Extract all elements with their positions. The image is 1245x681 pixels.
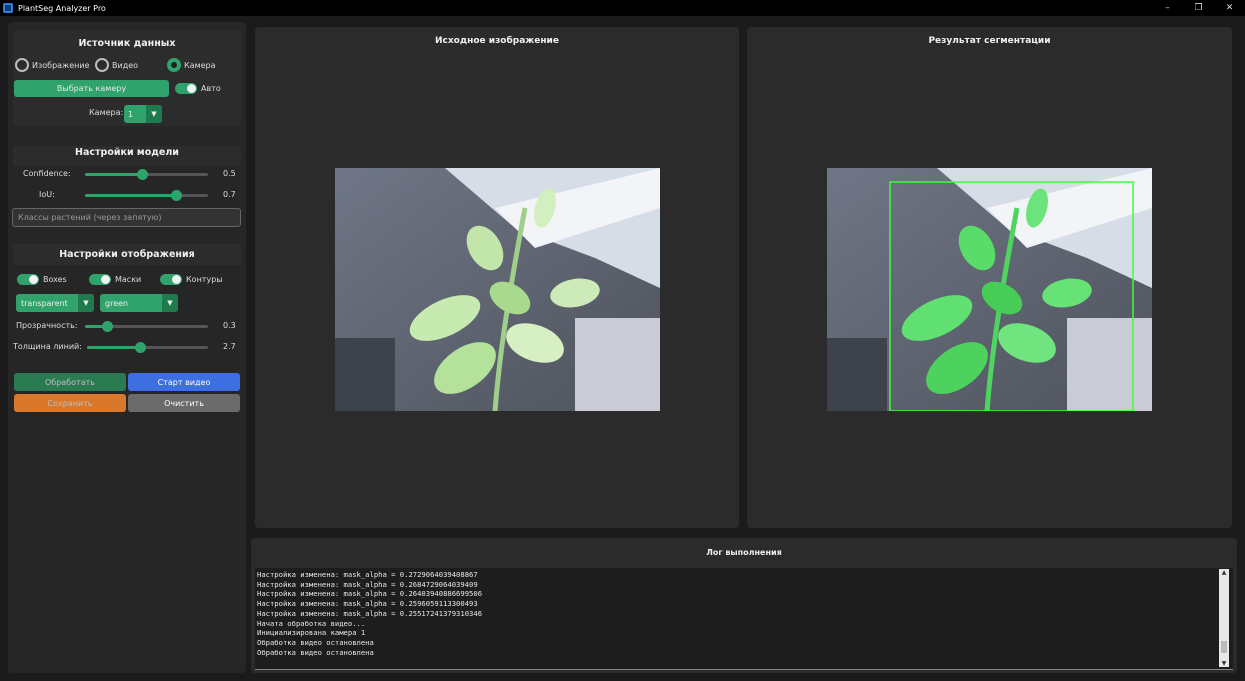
auto-toggle-label: Авто [201,84,221,93]
mask-color-value: green [105,298,129,308]
app-icon [3,3,13,13]
scroll-down-icon[interactable]: ▼ [1219,660,1229,667]
result-panel-title: Результат сегментации [928,36,1051,46]
choose-camera-button[interactable]: Выбрать камеру [14,80,169,97]
contours-toggle-label: Контуры [186,275,223,284]
opacity-value: 0.3 [223,321,236,330]
chevron-down-icon: ▼ [162,294,178,312]
chevron-down-icon: ▼ [146,105,162,123]
log-line: Обработка видео остановлена [257,637,374,647]
iou-slider-knob[interactable] [171,190,182,201]
confidence-slider-knob[interactable] [137,169,148,180]
control-sidebar: Источник данных Изображение Видео Камера… [8,22,246,673]
radio-video-label: Видео [112,60,139,70]
auto-toggle[interactable]: Авто [175,83,221,94]
radio-video[interactable]: Видео [95,58,138,72]
log-title: Лог выполнения [706,548,782,557]
contours-toggle[interactable]: Контуры [160,274,223,285]
box-color-select[interactable]: transparent ▼ [16,294,94,312]
masks-toggle[interactable]: Маски [89,274,141,285]
radio-camera-label: Камера [184,60,216,70]
log-line: Настройка изменена: mask_alpha = 0.27290… [257,570,478,579]
log-textbox[interactable]: Настройка изменена: mask_alpha = 0.27290… [255,568,1233,670]
auto-toggle-switch [175,83,197,94]
segmentation-result-panel: Результат сегментации [747,27,1232,528]
camera-select[interactable]: 1 ▼ [124,105,162,123]
source-section: Источник данных Изображение Видео Камера… [13,30,241,126]
source-image-panel: Исходное изображение [255,27,739,528]
display-section: Настройки отображения Boxes Маски Контур… [13,244,241,353]
source-image [335,168,660,411]
segmented-plant-illustration [827,168,1152,411]
iou-label: IoU: [39,190,55,199]
radio-video-indicator [95,58,109,72]
box-color-value: transparent [21,298,68,308]
thickness-value: 2.7 [223,342,236,351]
boxes-toggle-label: Boxes [43,275,67,284]
classes-input[interactable]: Классы растений (через запятую) [12,208,241,227]
close-button[interactable]: ✕ [1214,0,1245,16]
log-line: Инициализирована камера 1 [257,628,366,638]
radio-camera-indicator [167,58,181,72]
iou-slider[interactable] [85,190,208,201]
opacity-slider[interactable] [85,321,208,332]
confidence-value: 0.5 [223,169,236,178]
camera-select-value: 1 [128,109,134,119]
model-section-title: Настройки модели [13,146,241,166]
display-section-title: Настройки отображения [13,244,241,265]
radio-camera[interactable]: Камера [167,58,216,72]
restore-button[interactable]: ❐ [1183,0,1214,16]
camera-label: Камера: [89,108,124,117]
start-video-button[interactable]: Старт видео [128,373,240,391]
radio-image-label: Изображение [32,60,90,70]
log-line: Обработка видео остановлена [257,647,374,657]
log-line: Настройка изменена: mask_alpha = 0.26403… [257,589,483,599]
thickness-label: Толщина линий: [13,342,82,351]
source-section-title: Источник данных [78,38,176,49]
process-button[interactable]: Обработать [14,373,126,391]
log-line: Начата обработка видео... [257,618,366,628]
opacity-slider-knob[interactable] [102,321,113,332]
thickness-slider-knob[interactable] [135,342,146,353]
log-line: Настройка изменена: mask_alpha = 0.25517… [257,608,483,618]
save-button[interactable]: Сохранить [14,394,126,412]
radio-image[interactable]: Изображение [15,58,90,72]
confidence-slider[interactable] [85,169,208,180]
contours-toggle-switch [160,274,182,285]
model-section: Настройки модели Confidence: 0.5 IoU: 0.… [13,138,241,202]
log-lines: Настройка изменена: mask_alpha = 0.27290… [257,570,482,657]
log-panel: Лог выполнения Настройка изменена: mask_… [251,538,1237,673]
opacity-label: Прозрачность: [16,321,78,330]
log-line: Настройка изменена: mask_alpha = 0.25960… [257,599,478,609]
mask-color-select[interactable]: green ▼ [100,294,178,312]
source-panel-title: Исходное изображение [435,36,559,46]
boxes-toggle[interactable]: Boxes [17,274,67,285]
boxes-toggle-switch [17,274,39,285]
result-image [827,168,1152,411]
log-scrollbar[interactable]: ▲ ▼ [1219,569,1229,667]
scrollbar-thumb[interactable] [1221,641,1227,653]
masks-toggle-switch [89,274,111,285]
clear-button[interactable]: Очистить [128,394,240,412]
plant-photo-illustration [335,168,660,411]
log-line: Настройка изменена: mask_alpha = 0.26847… [257,579,478,589]
title-bar: PlantSeg Analyzer Pro – ❐ ✕ [0,0,1245,16]
scroll-up-icon[interactable]: ▲ [1219,569,1229,576]
radio-image-indicator [15,58,29,72]
minimize-button[interactable]: – [1152,0,1183,16]
window-title: PlantSeg Analyzer Pro [18,3,106,13]
iou-value: 0.7 [223,190,236,199]
masks-toggle-label: Маски [115,275,142,284]
confidence-label: Confidence: [23,169,71,178]
thickness-slider[interactable] [87,342,208,353]
chevron-down-icon: ▼ [78,294,94,312]
